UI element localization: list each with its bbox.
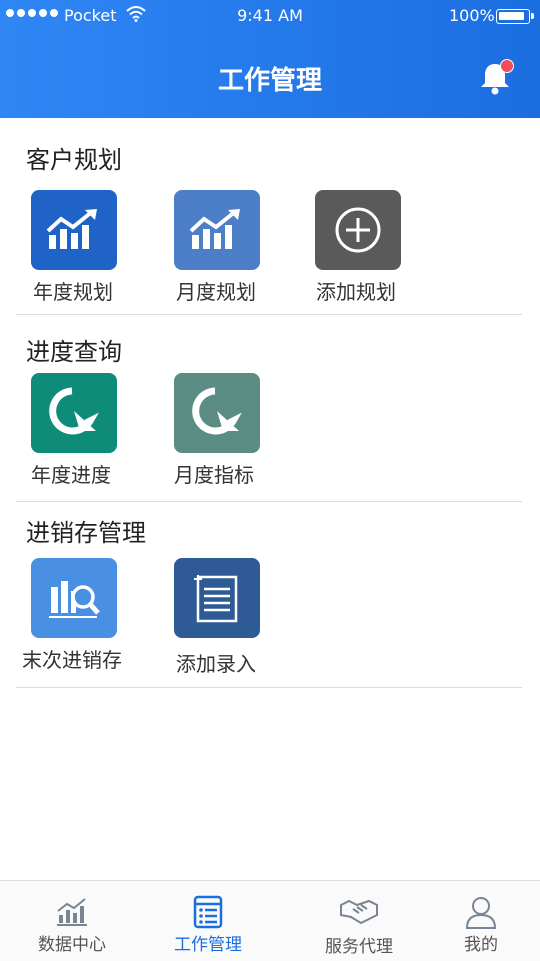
notification-badge: [500, 59, 514, 73]
user-icon: [426, 895, 536, 929]
pie-chart-icon: [31, 373, 117, 453]
tile-label: 月度规划: [176, 280, 256, 304]
tile-monthly-index[interactable]: 月度指标: [174, 373, 262, 487]
tile-add-entry[interactable]: 添加录入: [174, 558, 262, 676]
battery-icon: [496, 9, 530, 24]
battery-percent: 100%: [449, 6, 495, 25]
handshake-icon: [304, 895, 414, 929]
section-progress-query: 进度查询 年度进度 月度指标: [16, 314, 522, 502]
tile-add-plan[interactable]: 添加规划: [315, 190, 403, 304]
bottom-tab-bar: 数据中心 工作管理 服务代理 我的: [0, 880, 540, 961]
tab-data-center[interactable]: 数据中心: [17, 881, 127, 961]
tile-label: 年度规划: [33, 280, 113, 304]
section-title: 进销存管理: [26, 519, 146, 547]
bar-chart-up-icon: [174, 190, 260, 270]
page-title: 工作管理: [217, 66, 322, 96]
tile-label: 末次进销存: [22, 648, 122, 672]
list-tab-icon: [153, 895, 263, 929]
section-title: 客户规划: [26, 146, 122, 174]
tile-annual-progress[interactable]: 年度进度: [31, 373, 119, 487]
tab-label: 工作管理: [174, 935, 242, 955]
add-circle-icon: [315, 190, 401, 270]
section-title: 进度查询: [26, 338, 122, 366]
tab-profile[interactable]: 我的: [426, 881, 536, 961]
tile-label: 年度进度: [31, 463, 111, 487]
tile-label: 添加录入: [176, 652, 256, 676]
chart-tab-icon: [17, 895, 127, 929]
inventory-search-icon: [31, 558, 117, 638]
app-header: Pocket 9:41 AM 100% 工作管理: [0, 0, 540, 118]
tile-label: 添加规划: [316, 280, 396, 304]
tile-monthly-plan[interactable]: 月度规划: [174, 190, 262, 304]
tab-label: 我的: [464, 935, 498, 955]
tab-service-agent[interactable]: 服务代理: [304, 881, 414, 961]
pie-chart-icon: [174, 373, 260, 453]
tab-work-management[interactable]: 工作管理: [153, 881, 263, 961]
bar-chart-up-icon: [31, 190, 117, 270]
document-list-icon: [174, 558, 260, 638]
tab-label: 数据中心: [38, 935, 106, 955]
battery-tip: [531, 13, 534, 19]
tile-last-inventory[interactable]: 末次进销存: [22, 558, 122, 672]
tile-annual-plan[interactable]: 年度规划: [31, 190, 119, 304]
section-customer-planning: 客户规划 年度规划 月度规划 添加规划: [16, 118, 522, 315]
tab-label: 服务代理: [325, 937, 393, 957]
status-bar: Pocket 9:41 AM 100%: [0, 0, 540, 34]
section-inventory-management: 进销存管理 末次进销存 添加录入: [16, 501, 522, 688]
tile-label: 月度指标: [174, 463, 254, 487]
